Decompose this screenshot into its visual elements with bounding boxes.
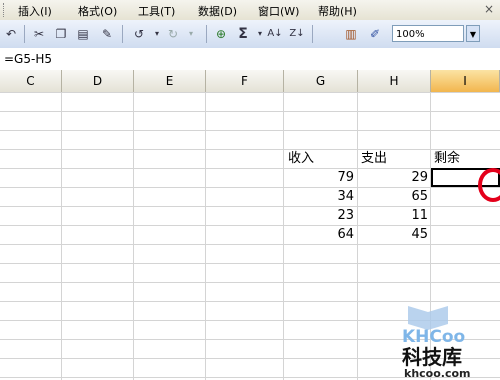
undo-icon[interactable]: ↶ (2, 25, 20, 43)
drawing-icon[interactable]: ✐ (366, 25, 384, 43)
cell-i4-remaining-header[interactable]: 剩余 (434, 149, 460, 168)
column-header-c[interactable]: C (0, 70, 62, 92)
formula-bar[interactable]: =G5-H5 (0, 48, 500, 71)
cell-g7[interactable]: 23 (284, 206, 354, 225)
cell-h4-expense-header[interactable]: 支出 (361, 149, 387, 168)
redo-dropdown-icon[interactable]: ▾ (182, 25, 200, 43)
menu-grip[interactable] (3, 3, 7, 17)
khcoo-watermark: KHCoo 科技库 khcoo.com (402, 306, 471, 380)
column-header-i[interactable]: I (431, 70, 500, 92)
column-header-e[interactable]: E (134, 70, 206, 92)
cell-h5[interactable]: 29 (358, 168, 428, 187)
column-header-f[interactable]: F (206, 70, 284, 92)
cell-g4-income-header[interactable]: 收入 (288, 149, 314, 168)
watermark-url: khcoo.com (404, 367, 471, 380)
column-header-row: C D E F G H I (0, 70, 500, 93)
column-header-h[interactable]: H (358, 70, 431, 92)
formula-text: =G5-H5 (4, 52, 52, 66)
grid-line (205, 92, 206, 380)
toolbar-separator (24, 25, 25, 43)
redo-arrow-icon[interactable]: ↻ (164, 25, 182, 43)
sort-descending-icon[interactable]: Z↓ (288, 25, 306, 43)
cell-g5[interactable]: 79 (284, 168, 354, 187)
toolbar-separator (122, 25, 123, 43)
grid-line (133, 92, 134, 380)
menu-tools[interactable]: 工具(T) (138, 3, 175, 19)
menu-data[interactable]: 数据(D) (198, 3, 237, 19)
menu-help[interactable]: 帮助(H) (318, 3, 357, 19)
column-header-g[interactable]: G (284, 70, 358, 92)
cell-g8[interactable]: 64 (284, 225, 354, 244)
toolbar-separator (206, 25, 207, 43)
grid-line (61, 92, 62, 380)
column-header-d[interactable]: D (62, 70, 134, 92)
cell-h7[interactable]: 11 (358, 206, 428, 225)
watermark-logo-text: KHCoo (402, 327, 465, 347)
sort-ascending-icon[interactable]: A↓ (266, 25, 284, 43)
close-window-icon[interactable]: × (484, 2, 494, 16)
hyperlink-icon[interactable]: ⊕ (212, 25, 230, 43)
paste-icon[interactable]: ▤ (74, 25, 92, 43)
undo-arrow-icon[interactable]: ↺ (130, 25, 148, 43)
cell-h8[interactable]: 45 (358, 225, 428, 244)
toolbar-separator (312, 25, 313, 43)
scissors-icon[interactable]: ✂ (30, 25, 48, 43)
menu-bar: 插入(I) 格式(O) 工具(T) 数据(D) 窗口(W) 帮助(H) × (0, 0, 500, 21)
zoom-select[interactable]: 100% (392, 25, 464, 42)
red-annotation-circle (478, 168, 500, 202)
watermark-name: 科技库 (402, 345, 462, 369)
cell-g6[interactable]: 34 (284, 187, 354, 206)
autosum-icon[interactable]: Σ (234, 25, 252, 43)
menu-insert[interactable]: 插入(I) (18, 3, 52, 19)
copy-icon[interactable]: ❐ (52, 25, 70, 43)
cell-h6[interactable]: 65 (358, 187, 428, 206)
chart-wizard-icon[interactable]: ▥ (342, 25, 360, 43)
menu-format[interactable]: 格式(O) (78, 3, 117, 19)
zoom-dropdown-icon[interactable]: ▼ (466, 25, 480, 42)
format-painter-icon[interactable]: ✎ (98, 25, 116, 43)
menu-window[interactable]: 窗口(W) (258, 3, 299, 19)
